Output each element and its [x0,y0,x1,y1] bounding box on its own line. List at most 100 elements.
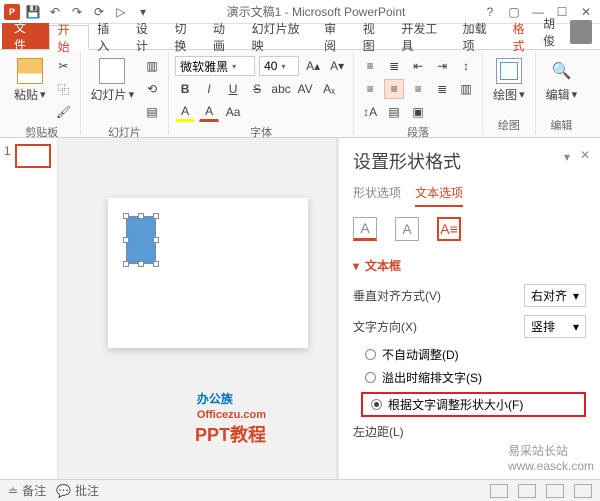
increase-indent-button[interactable]: ⇥ [432,56,452,76]
strikethrough-button[interactable]: S [247,79,267,99]
italic-button[interactable]: I [199,79,219,99]
text-fill-icon[interactable]: A [353,217,377,241]
bullets-button[interactable]: ≡ [360,56,380,76]
resize-handle[interactable] [153,237,159,243]
section-button[interactable]: ▤ [142,102,162,122]
textbox-icon[interactable]: A≡ [437,217,461,241]
font-color-button[interactable]: A [199,102,219,122]
tab-addins[interactable]: 加载项 [455,24,505,49]
pane-menu-icon[interactable]: ▾ [564,150,570,164]
format-shape-pane: 设置形状格式 ▾ ✕ 形状选项 文本选项 A A A≡ ▾ 文本框 垂直对齐方式… [338,138,600,479]
radio-no-autofit[interactable]: 不自动调整(D) [353,346,586,363]
tab-insert[interactable]: 插入 [89,24,128,49]
radio-shrink-overflow[interactable]: 溢出时缩排文字(S) [353,369,586,386]
resize-handle[interactable] [153,213,159,219]
save-icon[interactable]: 💾 [24,3,42,21]
align-center-button[interactable]: ≡ [384,79,404,99]
decrease-indent-button[interactable]: ⇤ [408,56,428,76]
pane-title: 设置形状格式 [353,148,586,174]
shadow-button[interactable]: abc [271,79,291,99]
text-direction-select[interactable]: 竖排▾ [524,315,586,338]
tab-animations[interactable]: 动画 [205,24,244,49]
resize-handle[interactable] [153,261,159,267]
text-direction-button[interactable]: ↕A [360,102,380,122]
align-text-button[interactable]: ▤ [384,102,404,122]
group-label: 编辑 [542,115,582,135]
layout-button[interactable]: ▥ [142,56,162,76]
spacing-button[interactable]: AV [295,79,315,99]
main-area: 1 办公族 Officezu.com PPT教程 设置形状格式 ▾ ✕ [0,138,600,479]
slide-thumbnail [15,144,51,168]
format-painter-button[interactable]: 🖌 [54,102,74,122]
user-account[interactable]: 胡俊 [543,15,598,49]
underline-button[interactable]: U [223,79,243,99]
from-beginning-icon[interactable]: ▷ [112,3,130,21]
columns-button[interactable]: ▥ [456,79,476,99]
radio-resize-shape[interactable]: 根据文字调整形状大小(F) [367,396,580,413]
copy-button[interactable]: ⿻ [54,79,74,99]
undo-icon[interactable]: ↶ [46,3,64,21]
ribbon-options-icon[interactable]: ▢ [504,2,524,22]
align-left-button[interactable]: ≡ [360,79,380,99]
resize-handle[interactable] [138,213,144,219]
powerpoint-logo-icon: P [4,4,20,20]
align-right-button[interactable]: ≡ [408,79,428,99]
tab-transitions[interactable]: 切换 [166,24,205,49]
tab-home[interactable]: 开始 [49,25,90,50]
pane-close-icon[interactable]: ✕ [580,148,590,162]
notes-button[interactable]: ≐ 备注 [8,482,46,499]
cut-button[interactable]: ✂ [54,56,74,76]
smartart-button[interactable]: ▣ [408,102,428,122]
increase-font-icon[interactable]: A▴ [303,56,323,76]
group-editing: 🔍 编辑 ▾ 编辑 [536,52,588,135]
normal-view-icon[interactable] [490,484,508,498]
resize-handle[interactable] [123,237,129,243]
decrease-font-icon[interactable]: A▾ [327,56,347,76]
tab-file[interactable]: 文件 [2,23,49,49]
slide-canvas[interactable] [108,198,308,348]
tab-text-options[interactable]: 文本选项 [415,184,463,207]
help-icon[interactable]: ? [480,2,500,22]
slideshow-view-icon[interactable] [574,484,592,498]
resize-handle[interactable] [123,261,129,267]
tab-shape-options[interactable]: 形状选项 [353,184,401,207]
clear-format-button[interactable]: Aₓ [319,79,339,99]
qat-dropdown-icon[interactable]: ▾ [134,3,152,21]
tab-review[interactable]: 审阅 [316,24,355,49]
resize-handle[interactable] [123,213,129,219]
drawing-button[interactable]: 绘图 ▾ [489,56,529,105]
font-name-combo[interactable]: 微软雅黑▾ [175,56,255,76]
tab-developer[interactable]: 开发工具 [393,24,454,49]
editing-button[interactable]: 🔍 编辑 ▾ [542,56,582,105]
redo-icon[interactable]: ↷ [68,3,86,21]
tab-view[interactable]: 视图 [355,24,394,49]
sorter-view-icon[interactable] [518,484,536,498]
selected-shape[interactable] [126,216,156,264]
comments-button[interactable]: 💬 批注 [56,482,99,499]
annotation-highlight: 根据文字调整形状大小(F) [361,392,586,417]
paste-button[interactable]: 粘贴 ▾ [10,56,50,105]
line-spacing-button[interactable]: ↕ [456,56,476,76]
paste-icon [17,58,43,84]
justify-button[interactable]: ≣ [432,79,452,99]
highlight-button[interactable]: A [175,102,195,122]
bold-button[interactable]: B [175,79,195,99]
thumbnail-item[interactable]: 1 [4,144,53,168]
tab-design[interactable]: 设计 [128,24,167,49]
font-size-combo[interactable]: 40▾ [259,56,299,76]
tab-slideshow[interactable]: 幻灯片放映 [244,24,316,49]
resize-handle[interactable] [138,261,144,267]
reset-button[interactable]: ⟲ [142,79,162,99]
change-case-button[interactable]: Aa [223,102,243,122]
slide-stage[interactable]: 办公族 Officezu.com PPT教程 [58,138,336,479]
repeat-icon[interactable]: ⟳ [90,3,108,21]
new-slide-button[interactable]: 幻灯片 ▾ [87,56,139,105]
text-effects-icon[interactable]: A [395,217,419,241]
slide-icon [99,58,125,84]
vertical-align-select[interactable]: 右对齐▾ [524,284,586,307]
reading-view-icon[interactable] [546,484,564,498]
numbering-button[interactable]: ≣ [384,56,404,76]
tab-format[interactable]: 格式 [504,24,543,49]
status-bar: ≐ 备注 💬 批注 [0,479,600,501]
section-textbox[interactable]: ▾ 文本框 [353,257,586,274]
